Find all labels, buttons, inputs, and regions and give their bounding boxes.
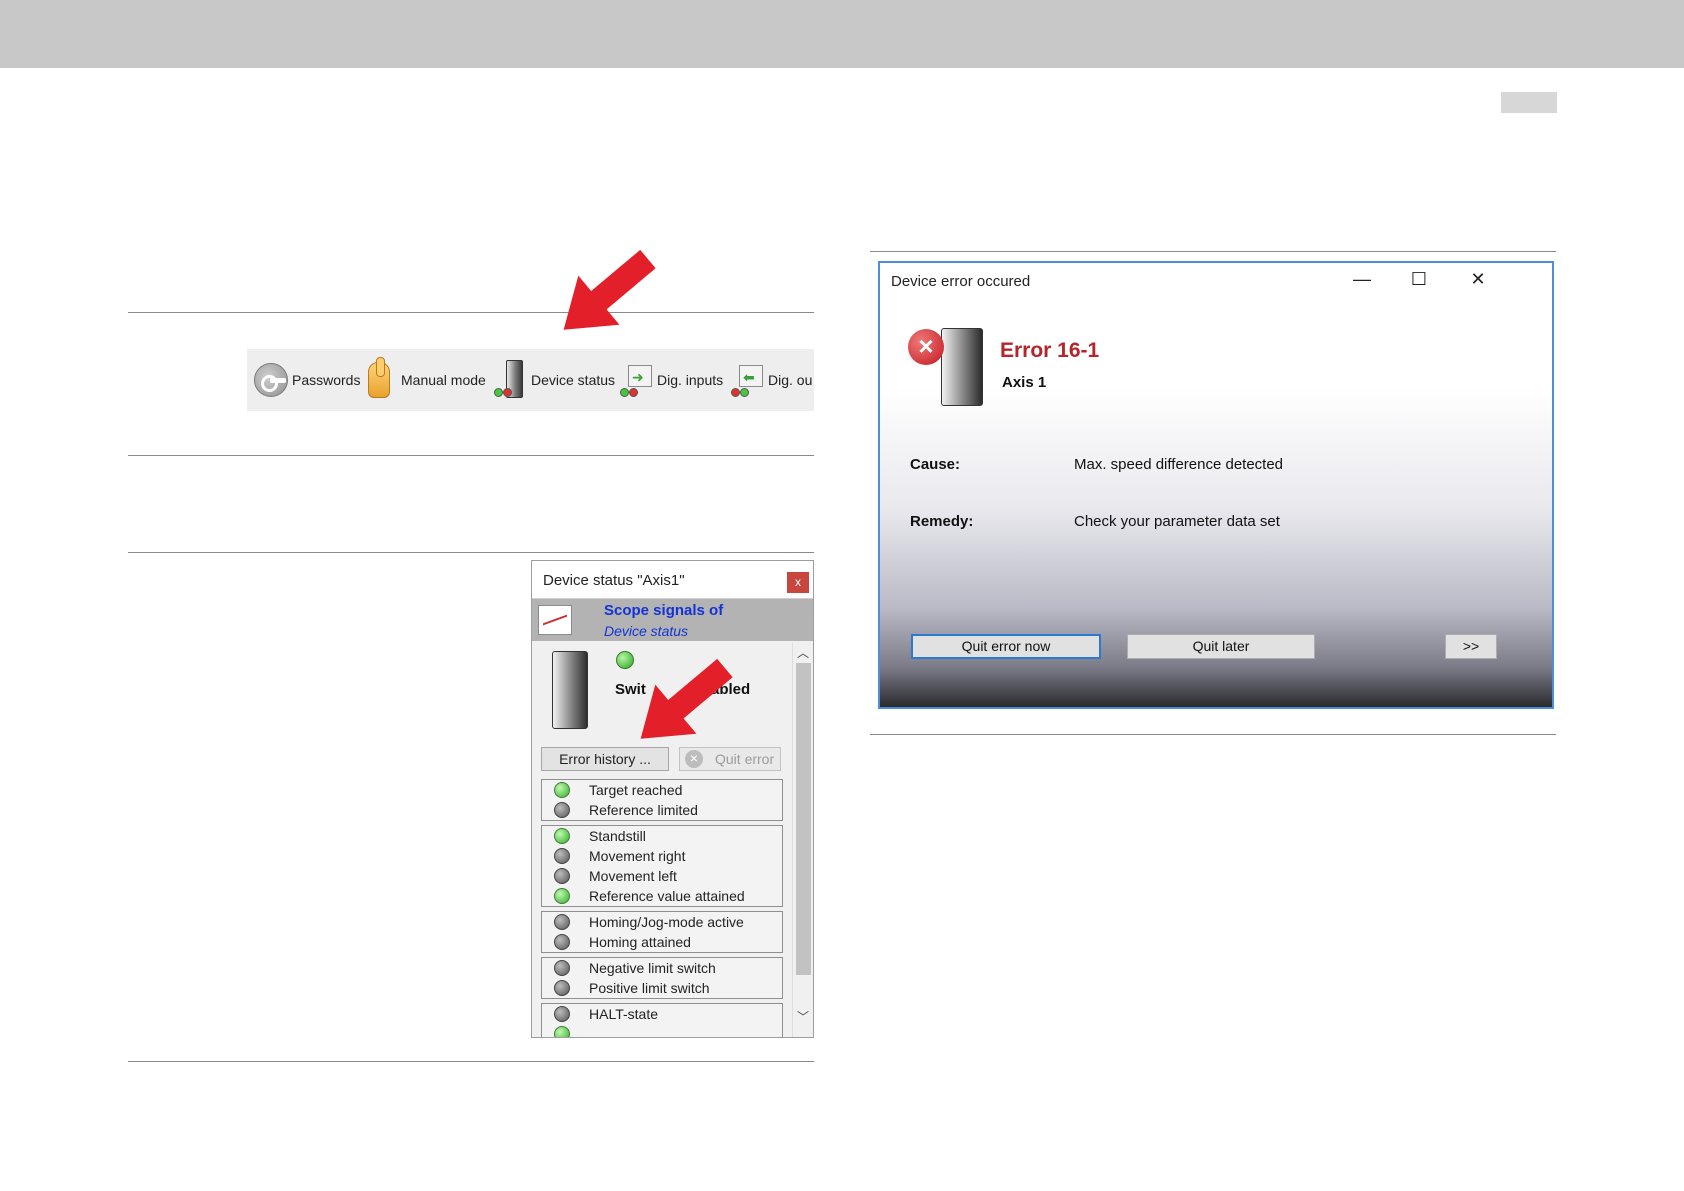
scrollbar-thumb[interactable]	[796, 663, 811, 975]
list-item: Homing attained	[542, 932, 782, 952]
list-item: Reference value attained	[542, 886, 782, 906]
chevron-down-icon[interactable]: ﹀	[797, 1008, 809, 1025]
scope-signals-title: Scope signals of	[604, 602, 724, 619]
device-tower-icon	[552, 651, 588, 729]
maximize-button[interactable]: ☐	[1404, 268, 1434, 292]
status-led-icon	[554, 802, 570, 818]
remedy-value: Check your parameter data set	[1074, 513, 1280, 530]
axis-name: Axis 1	[1002, 374, 1047, 391]
toolbar-dig-outputs-label: Dig. ou	[768, 372, 813, 388]
device-error-icon: ×	[908, 323, 988, 408]
divider	[128, 1061, 814, 1062]
divider	[870, 734, 1556, 735]
status-led-icon	[616, 651, 634, 669]
toolbar-dig-outputs-button[interactable]: ⬅ Dig. ou	[729, 349, 812, 411]
hand-icon	[362, 357, 398, 400]
list-item: Movement left	[542, 866, 782, 886]
status-led-icon	[554, 848, 570, 864]
status-led-icon	[554, 828, 570, 844]
error-code: Error 16-1	[1000, 339, 1100, 362]
scope-signals-subtitle: Device status	[604, 623, 689, 639]
close-button[interactable]: x	[787, 572, 809, 593]
toolbar-dig-inputs-button[interactable]: ➜ Dig. inputs	[618, 349, 723, 411]
page-tab-marker	[1501, 92, 1557, 113]
divider	[128, 455, 814, 456]
status-led-icon	[554, 1006, 570, 1022]
list-item: Standstill	[542, 826, 782, 846]
toolbar-device-status-label: Device status	[531, 372, 616, 388]
status-group: Standstill Movement right Movement left …	[541, 825, 783, 907]
toolbar-passwords-label: Passwords	[292, 372, 361, 388]
scope-signals-link[interactable]: Scope signals of Device status	[532, 599, 813, 641]
page-header-bar	[0, 0, 1684, 68]
status-led-icon	[554, 980, 570, 996]
close-button[interactable]: ✕	[1463, 268, 1493, 292]
oscilloscope-icon	[538, 605, 572, 635]
minimize-button[interactable]: —	[1347, 268, 1377, 292]
toolbar-manual-mode-button[interactable]: Manual mode	[362, 349, 486, 411]
remedy-label: Remedy:	[910, 513, 974, 530]
cause-label: Cause:	[910, 456, 961, 473]
device-error-dialog: Device error occured — ☐ ✕ × Error 16-1 …	[878, 261, 1554, 709]
cause-value: Max. speed difference detected	[1074, 456, 1284, 473]
red-pointer-arrow-icon	[543, 235, 667, 355]
list-item	[542, 1024, 782, 1037]
toolbar-device-status-button[interactable]: Device status	[492, 349, 615, 411]
list-item: Positive limit switch	[542, 978, 782, 998]
chevron-up-icon[interactable]: ︿	[797, 644, 809, 661]
list-item: Homing/Jog-mode active	[542, 912, 782, 932]
status-group: Target reached Reference limited	[541, 779, 783, 821]
device-status-title: Device status "Axis1"	[543, 572, 685, 589]
divider	[870, 251, 1556, 252]
device-status-titlebar: Device status "Axis1" x	[532, 561, 813, 599]
list-item: HALT-state	[542, 1004, 782, 1024]
divider	[128, 552, 814, 553]
device-tower-icon	[492, 360, 528, 400]
status-led-icon	[554, 934, 570, 950]
quit-error-button[interactable]: Quit error	[679, 747, 781, 771]
status-group: Homing/Jog-mode active Homing attained	[541, 911, 783, 953]
toolbar: Passwords Manual mode Device status ➜ Di…	[247, 349, 814, 411]
toolbar-passwords-button[interactable]: Passwords	[253, 349, 360, 411]
list-item: Negative limit switch	[542, 958, 782, 978]
status-led-icon	[554, 782, 570, 798]
toolbar-dig-inputs-label: Dig. inputs	[657, 372, 724, 388]
status-led-icon	[554, 1026, 570, 1037]
list-item: Target reached	[542, 780, 782, 800]
error-x-icon: ×	[908, 329, 944, 365]
quit-error-now-button[interactable]: Quit error now	[911, 634, 1101, 659]
status-group: Negative limit switch Positive limit swi…	[541, 957, 783, 999]
list-item: Movement right	[542, 846, 782, 866]
digital-input-icon: ➜	[618, 360, 654, 400]
more-button[interactable]: >>	[1445, 634, 1497, 659]
status-led-icon	[554, 888, 570, 904]
digital-output-icon: ⬅	[729, 360, 765, 400]
divider	[128, 312, 814, 313]
list-item: Reference limited	[542, 800, 782, 820]
status-led-icon	[554, 960, 570, 976]
status-led-icon	[554, 914, 570, 930]
status-group: HALT-state	[541, 1003, 783, 1037]
vertical-scrollbar[interactable]: ︿ ﹀	[792, 643, 813, 1037]
quit-later-button[interactable]: Quit later	[1127, 634, 1315, 659]
device-status-panel: Device status "Axis1" x Scope signals of…	[531, 560, 814, 1038]
toolbar-manual-mode-label: Manual mode	[401, 372, 486, 388]
status-led-icon	[554, 868, 570, 884]
dialog-title: Device error occured	[891, 273, 1031, 290]
key-icon	[253, 360, 289, 400]
